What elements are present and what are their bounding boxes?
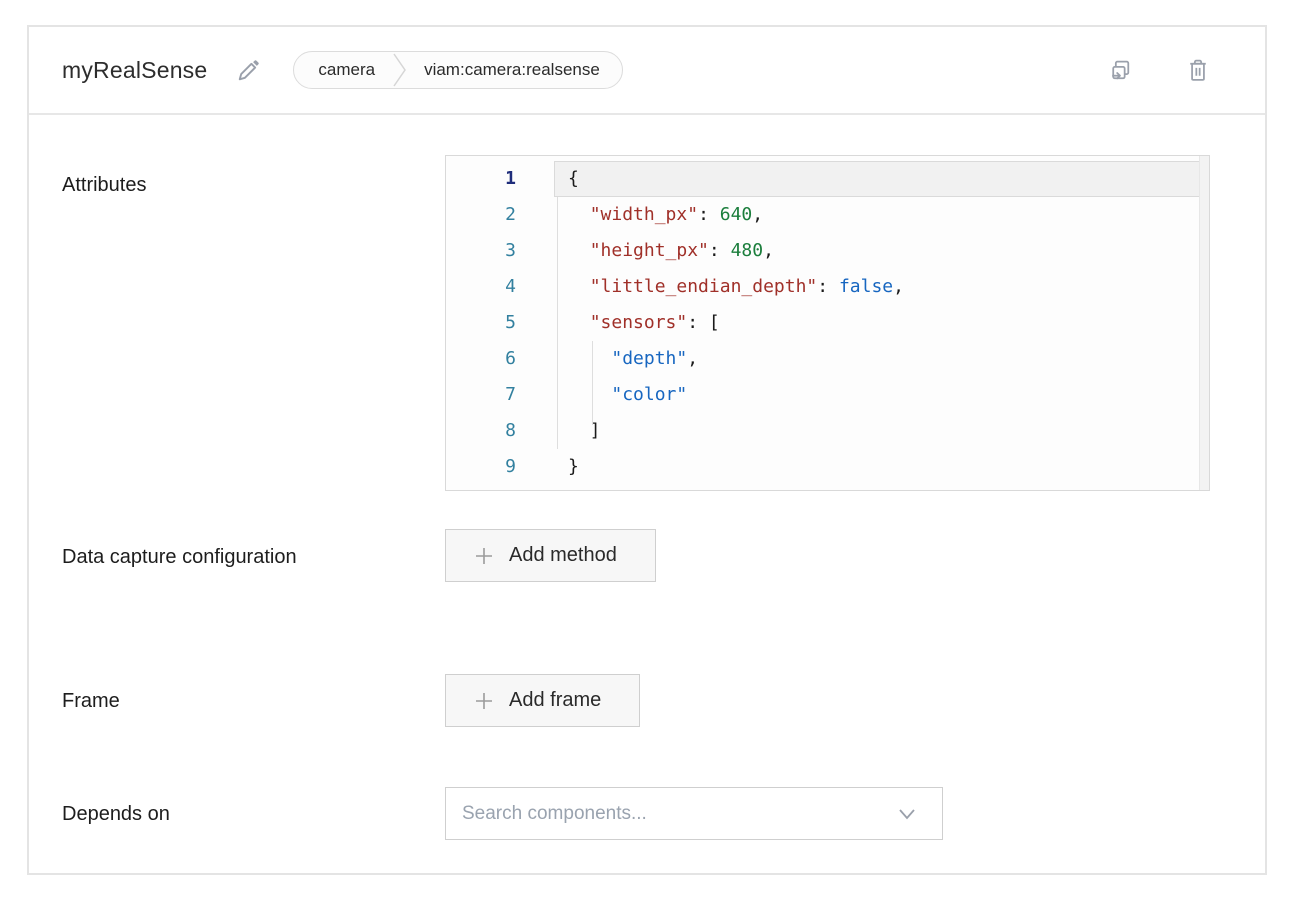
component-type-pill: camera viam:camera:realsense (293, 51, 622, 89)
code-line[interactable]: 8 ] (446, 413, 1209, 449)
data-capture-label: Data capture configuration (62, 529, 445, 579)
line-number: 7 (446, 377, 554, 413)
duplicate-button[interactable] (1103, 53, 1137, 87)
code-line[interactable]: 5 "sensors": [ (446, 305, 1209, 341)
component-category: camera (318, 60, 375, 80)
code-line-content[interactable]: "depth", (554, 341, 1209, 377)
code-line-content[interactable]: { (554, 161, 1209, 197)
depends-on-label: Depends on (62, 794, 445, 834)
component-name: myRealSense (62, 57, 207, 84)
attributes-json-editor[interactable]: 1{2 "width_px": 640,3 "height_px": 480,4… (445, 155, 1210, 491)
code-line-content[interactable]: ] (554, 413, 1209, 449)
line-number: 4 (446, 269, 554, 305)
trash-icon (1185, 57, 1211, 84)
attributes-row: Attributes 1{2 "width_px": 640,3 "height… (62, 155, 1210, 491)
search-components-input[interactable] (446, 788, 942, 839)
add-frame-button[interactable]: Add frame (445, 674, 640, 727)
code-line-content[interactable]: "color" (554, 377, 1209, 413)
code-line-content[interactable]: "little_endian_depth": false, (554, 269, 1209, 305)
indent-guide (557, 197, 558, 449)
delete-button[interactable] (1181, 53, 1215, 87)
editor-scrollbar[interactable] (1199, 156, 1209, 490)
code-line-content[interactable]: "height_px": 480, (554, 233, 1209, 269)
depends-on-select[interactable] (445, 787, 943, 840)
line-number: 9 (446, 449, 554, 485)
code-line-content[interactable]: "width_px": 640, (554, 197, 1209, 233)
breadcrumb-chevron-icon (393, 53, 406, 87)
line-number: 5 (446, 305, 554, 341)
code-line[interactable]: 7 "color" (446, 377, 1209, 413)
frame-label: Frame (62, 681, 445, 721)
add-method-button[interactable]: Add method (445, 529, 656, 582)
plus-icon (474, 691, 494, 711)
code-line-content[interactable]: "sensors": [ (554, 305, 1209, 341)
card-body: Attributes 1{2 "width_px": 640,3 "height… (29, 115, 1265, 877)
code-line[interactable]: 6 "depth", (446, 341, 1209, 377)
depends-on-row: Depends on (62, 787, 1210, 840)
line-number: 1 (446, 161, 554, 197)
code-line[interactable]: 3 "height_px": 480, (446, 233, 1209, 269)
code-line[interactable]: 1{ (446, 161, 1209, 197)
indent-guide (592, 341, 593, 425)
component-config-card: myRealSense camera viam:camera:realsense (27, 25, 1267, 875)
edit-name-button[interactable] (233, 55, 263, 85)
frame-row: Frame Add frame (62, 674, 1210, 727)
pencil-icon (235, 57, 262, 84)
code-line[interactable]: 9} (446, 449, 1209, 485)
line-number: 6 (446, 341, 554, 377)
line-number: 3 (446, 233, 554, 269)
code-area[interactable]: 1{2 "width_px": 640,3 "height_px": 480,4… (446, 161, 1209, 485)
line-number: 8 (446, 413, 554, 449)
code-line-content[interactable]: } (554, 449, 1209, 485)
component-model: viam:camera:realsense (424, 60, 600, 80)
attributes-label: Attributes (62, 155, 445, 491)
plus-icon (474, 546, 494, 566)
card-header: myRealSense camera viam:camera:realsense (29, 27, 1265, 115)
data-capture-row: Data capture configuration Add method (62, 529, 1210, 582)
duplicate-icon (1107, 57, 1134, 84)
code-line[interactable]: 4 "little_endian_depth": false, (446, 269, 1209, 305)
line-number: 2 (446, 197, 554, 233)
code-line[interactable]: 2 "width_px": 640, (446, 197, 1209, 233)
